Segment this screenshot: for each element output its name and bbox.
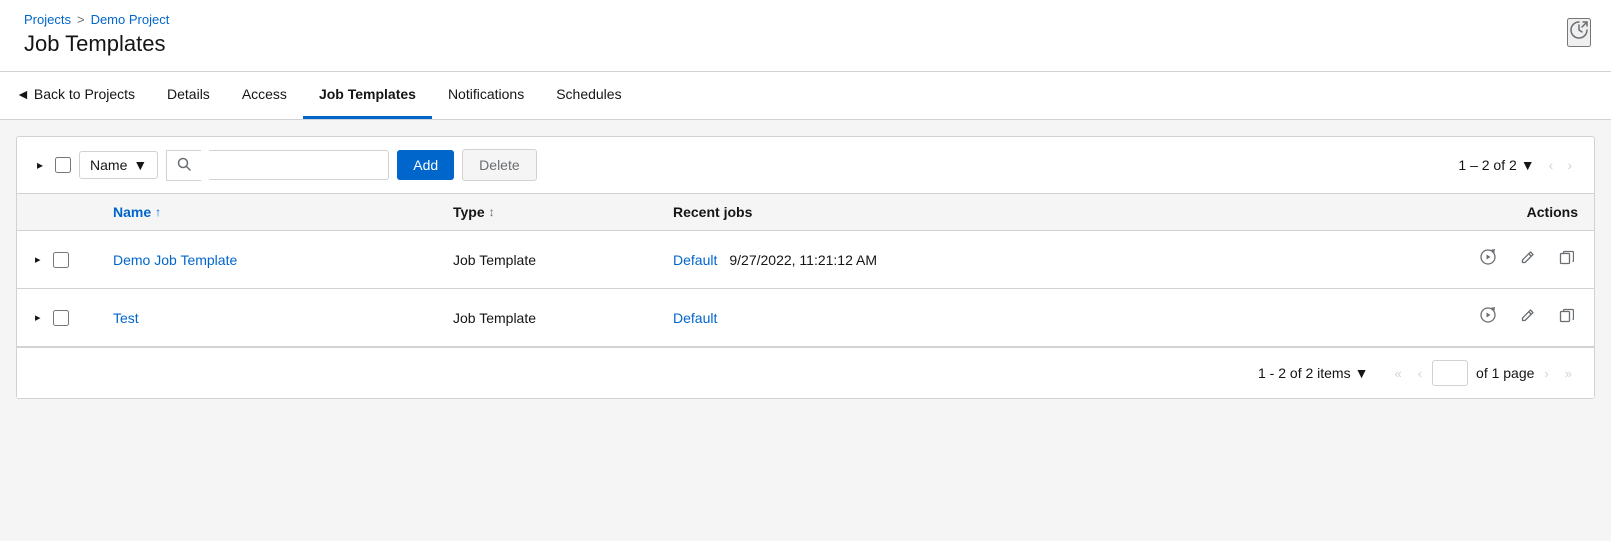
breadcrumb: Projects > Demo Project (24, 12, 1587, 27)
delete-button[interactable]: Delete (462, 149, 536, 181)
items-dropdown-icon[interactable]: ▼ (1355, 365, 1369, 381)
toolbar: ▸ Name ▼ Add Delete 1 – 2 of 2 ▼ ‹ (17, 137, 1594, 194)
row-2-recent-jobs: Default (673, 310, 1398, 326)
tab-notifications[interactable]: Notifications (432, 72, 540, 119)
of-page-label: of 1 page (1476, 365, 1534, 381)
breadcrumb-current[interactable]: Demo Project (91, 12, 170, 27)
search-icon (177, 157, 191, 171)
page-number-input[interactable]: 1 (1432, 360, 1468, 386)
footer-pagination: 1 - 2 of 2 items ▼ « ‹ 1 of 1 page › » (17, 347, 1594, 398)
page-title: Job Templates (24, 31, 1587, 57)
row-2-expand-button[interactable]: ▸ (33, 309, 43, 326)
row-2-launch-button[interactable] (1476, 303, 1500, 332)
filter-dropdown-icon: ▼ (133, 157, 147, 173)
last-page-button[interactable]: » (1559, 362, 1578, 385)
column-header-type[interactable]: Type ↕ (453, 204, 673, 220)
row-1-name-link[interactable]: Demo Job Template (113, 252, 237, 268)
row-1-launch-button[interactable] (1476, 245, 1500, 274)
tab-details[interactable]: Details (151, 72, 226, 119)
row-2-type: Job Template (453, 310, 673, 326)
toolbar-pagination[interactable]: 1 – 2 of 2 ▼ (1458, 157, 1534, 173)
row-1-expand-button[interactable]: ▸ (33, 251, 43, 268)
row-2-controls: ▸ (33, 309, 113, 326)
sort-handle-type: ↕ (489, 205, 495, 219)
toolbar-pagination-nav: ‹ › (1543, 153, 1578, 177)
prev-page-button[interactable]: ‹ (1543, 153, 1560, 177)
breadcrumb-projects[interactable]: Projects (24, 12, 71, 27)
tab-access[interactable]: Access (226, 72, 303, 119)
row-1-recent-job-link[interactable]: Default (673, 252, 717, 268)
row-2-actions (1398, 303, 1578, 332)
row-1-copy-button[interactable] (1555, 246, 1578, 274)
row-1-type: Job Template (453, 252, 673, 268)
row-1-recent-timestamp: 9/27/2022, 11:21:12 AM (729, 252, 877, 268)
row-2-name-link[interactable]: Test (113, 310, 139, 326)
row-1-controls: ▸ (33, 251, 113, 268)
column-header-actions: Actions (1398, 204, 1578, 220)
row-1-actions (1398, 245, 1578, 274)
select-all-checkbox[interactable] (55, 157, 71, 173)
row-2-edit-button[interactable] (1516, 304, 1539, 332)
tab-job-templates[interactable]: Job Templates (303, 72, 432, 119)
filter-label: Name (90, 157, 127, 173)
items-info: 1 - 2 of 2 items ▼ (1258, 365, 1368, 381)
next-page-button[interactable]: › (1561, 153, 1578, 177)
row-1-checkbox[interactable] (53, 252, 69, 268)
row-2-recent-job-link[interactable]: Default (673, 310, 717, 326)
add-button[interactable]: Add (397, 150, 454, 180)
main-content: ▸ Name ▼ Add Delete 1 – 2 of 2 ▼ ‹ (16, 136, 1595, 399)
tab-schedules[interactable]: Schedules (540, 72, 637, 119)
items-summary: 1 - 2 of 2 items (1258, 365, 1351, 381)
row-1-edit-button[interactable] (1516, 246, 1539, 274)
tab-back-label: Back to Projects (34, 86, 135, 102)
search-input[interactable] (209, 150, 389, 180)
sort-arrow-name: ↑ (155, 205, 161, 219)
column-header-recent-jobs: Recent jobs (673, 204, 1398, 220)
search-button[interactable] (166, 150, 201, 181)
row-2-checkbox[interactable] (53, 310, 69, 326)
nav-tabs: ◄ Back to Projects Details Access Job Te… (0, 72, 1611, 120)
row-1-recent-jobs: Default 9/27/2022, 11:21:12 AM (673, 252, 1398, 268)
first-page-button[interactable]: « (1388, 362, 1407, 385)
table-row: ▸ Test Job Template Default (17, 289, 1594, 347)
tab-back-to-projects[interactable]: ◄ Back to Projects (16, 72, 151, 119)
footer-page-nav: « ‹ 1 of 1 page › » (1388, 360, 1578, 386)
prev-page-button-footer[interactable]: ‹ (1412, 362, 1428, 385)
column-header-name[interactable]: Name ↑ (113, 204, 453, 220)
table-row: ▸ Demo Job Template Job Template Default… (17, 231, 1594, 289)
breadcrumb-separator: > (77, 12, 85, 27)
history-button[interactable] (1567, 18, 1591, 47)
pagination-dropdown-icon: ▼ (1521, 157, 1535, 173)
next-page-button-footer[interactable]: › (1538, 362, 1554, 385)
top-bar: Projects > Demo Project Job Templates (0, 0, 1611, 72)
pagination-summary: 1 – 2 of 2 (1458, 157, 1516, 173)
expand-all-button[interactable]: ▸ (33, 154, 47, 176)
filter-select[interactable]: Name ▼ (79, 151, 158, 179)
row-2-copy-button[interactable] (1555, 304, 1578, 332)
table-header: Name ↑ Type ↕ Recent jobs Actions (17, 194, 1594, 231)
